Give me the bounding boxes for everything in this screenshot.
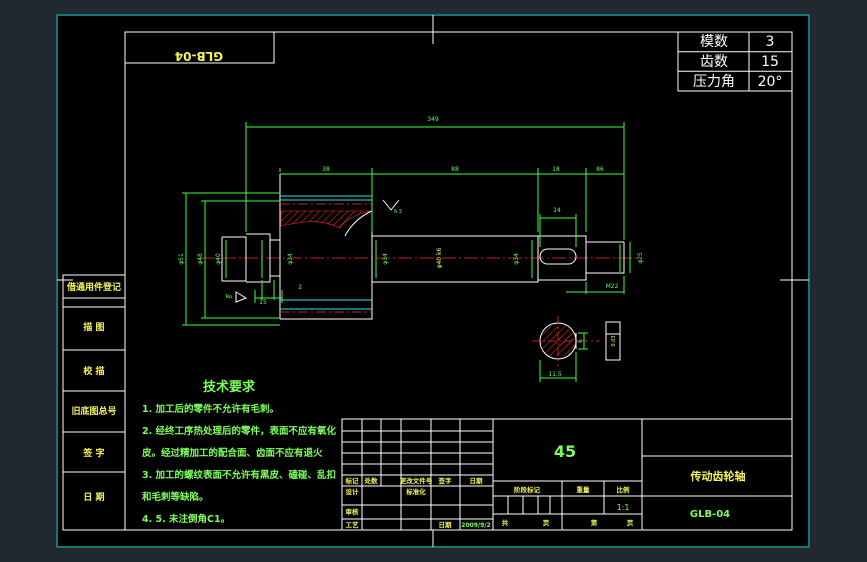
svg-text:Ra: Ra	[226, 294, 232, 300]
rev-header-date: 日期	[470, 476, 484, 485]
param-teeth-value: 15	[761, 54, 779, 70]
part-name: 传动齿轮轴	[690, 469, 746, 483]
dim-small-two: 2	[298, 284, 302, 291]
drawing-sheet	[56, 14, 810, 548]
sidebar-label-tracing: 描 图	[83, 321, 104, 333]
tech-req-line-6: 4. 5. 未注倒角C1。	[142, 513, 230, 525]
dim-key-length: 14	[553, 207, 561, 214]
svg-text:M22: M22	[606, 283, 619, 290]
svg-text:6.3: 6.3	[394, 209, 402, 215]
tech-req-line-2: 2. 经终工序热处理后的零件，表面不应有氧化	[142, 425, 337, 437]
param-pressure-angle-value: 20°	[758, 74, 783, 90]
dim-keyway-depth: 11.5	[548, 371, 562, 378]
dim-left-step: 15	[259, 299, 267, 306]
material: 45	[554, 442, 576, 461]
svg-text:φ34: φ34	[513, 253, 520, 265]
dim-keyway-width: 6	[577, 339, 584, 343]
rev-header-file: 更改文件号	[400, 476, 433, 485]
svg-text:φ40: φ40	[215, 253, 222, 265]
sidebar-label-registration: 借通用件登记	[66, 281, 121, 293]
tech-req-line-1: 1. 加工后的零件不允许有毛刺。	[142, 403, 279, 415]
sign-date: 2009/9/2	[461, 522, 490, 529]
rev-header-mark: 标记	[345, 476, 360, 485]
tech-req-line-4: 3. 加工的螺纹表面不允许有黑皮、磕碰、乱扣	[142, 469, 336, 481]
stage-header-weight: 重量	[577, 485, 591, 494]
role-design: 设计	[346, 487, 360, 496]
sheet-current-label: 第	[591, 518, 598, 527]
svg-text:0.03: 0.03	[611, 335, 617, 346]
dim-seg1: 38	[322, 166, 330, 173]
svg-text:φ51: φ51	[178, 253, 185, 265]
cad-drawing-canvas[interactable]: GLB-04 模数 3 齿数 15 压力角 20° 借通用件登记 描 图 校 描…	[0, 0, 867, 562]
dim-total-length: 349	[427, 116, 439, 123]
rev-header-sign: 签字	[438, 476, 453, 485]
tech-req-line-5: 和毛刺等缺陷。	[141, 491, 209, 503]
stage-header-scale: 比例	[617, 485, 631, 494]
sidebar-label-date: 日 期	[83, 491, 104, 503]
role-date: 日期	[439, 520, 453, 529]
sidebar-label-old-drawing-no: 旧底图总号	[71, 405, 116, 417]
sidebar-label-signature: 签 字	[82, 447, 104, 459]
param-teeth-label: 齿数	[700, 54, 728, 70]
param-pressure-angle-label: 压力角	[693, 74, 735, 90]
rev-header-count: 处数	[364, 476, 379, 485]
svg-text:φ48: φ48	[197, 253, 204, 265]
svg-text:φ25: φ25	[637, 252, 644, 264]
title-drawing-number: GLB-04	[690, 509, 730, 520]
sheet-current-unit: 页	[627, 519, 634, 527]
stage-header-mark: 阶段标记	[514, 485, 541, 494]
role-standardization: 标准化	[405, 487, 426, 496]
scale: 1:1	[617, 503, 630, 512]
dim-seg2: 88	[451, 166, 459, 173]
role-review: 审核	[346, 507, 360, 516]
sheet-total-label: 共	[502, 518, 509, 527]
svg-text:φ40 k6: φ40 k6	[436, 247, 443, 268]
svg-text:φ34: φ34	[382, 253, 389, 265]
tech-req-line-3: 皮。经过精加工的配合面、齿面不应有退火	[141, 447, 323, 459]
sheet-total-unit: 页	[543, 519, 550, 527]
param-module-label: 模数	[700, 34, 728, 50]
param-module-value: 3	[766, 34, 775, 50]
sidebar-label-checking: 校 描	[83, 365, 104, 377]
svg-text:φ34: φ34	[287, 253, 294, 265]
role-process: 工艺	[346, 520, 360, 529]
dim-seg4: 86	[596, 166, 604, 173]
dim-seg3: 18	[552, 166, 560, 173]
tech-req-title: 技术要求	[203, 379, 256, 395]
mirrored-drawing-number: GLB-04	[175, 49, 223, 63]
